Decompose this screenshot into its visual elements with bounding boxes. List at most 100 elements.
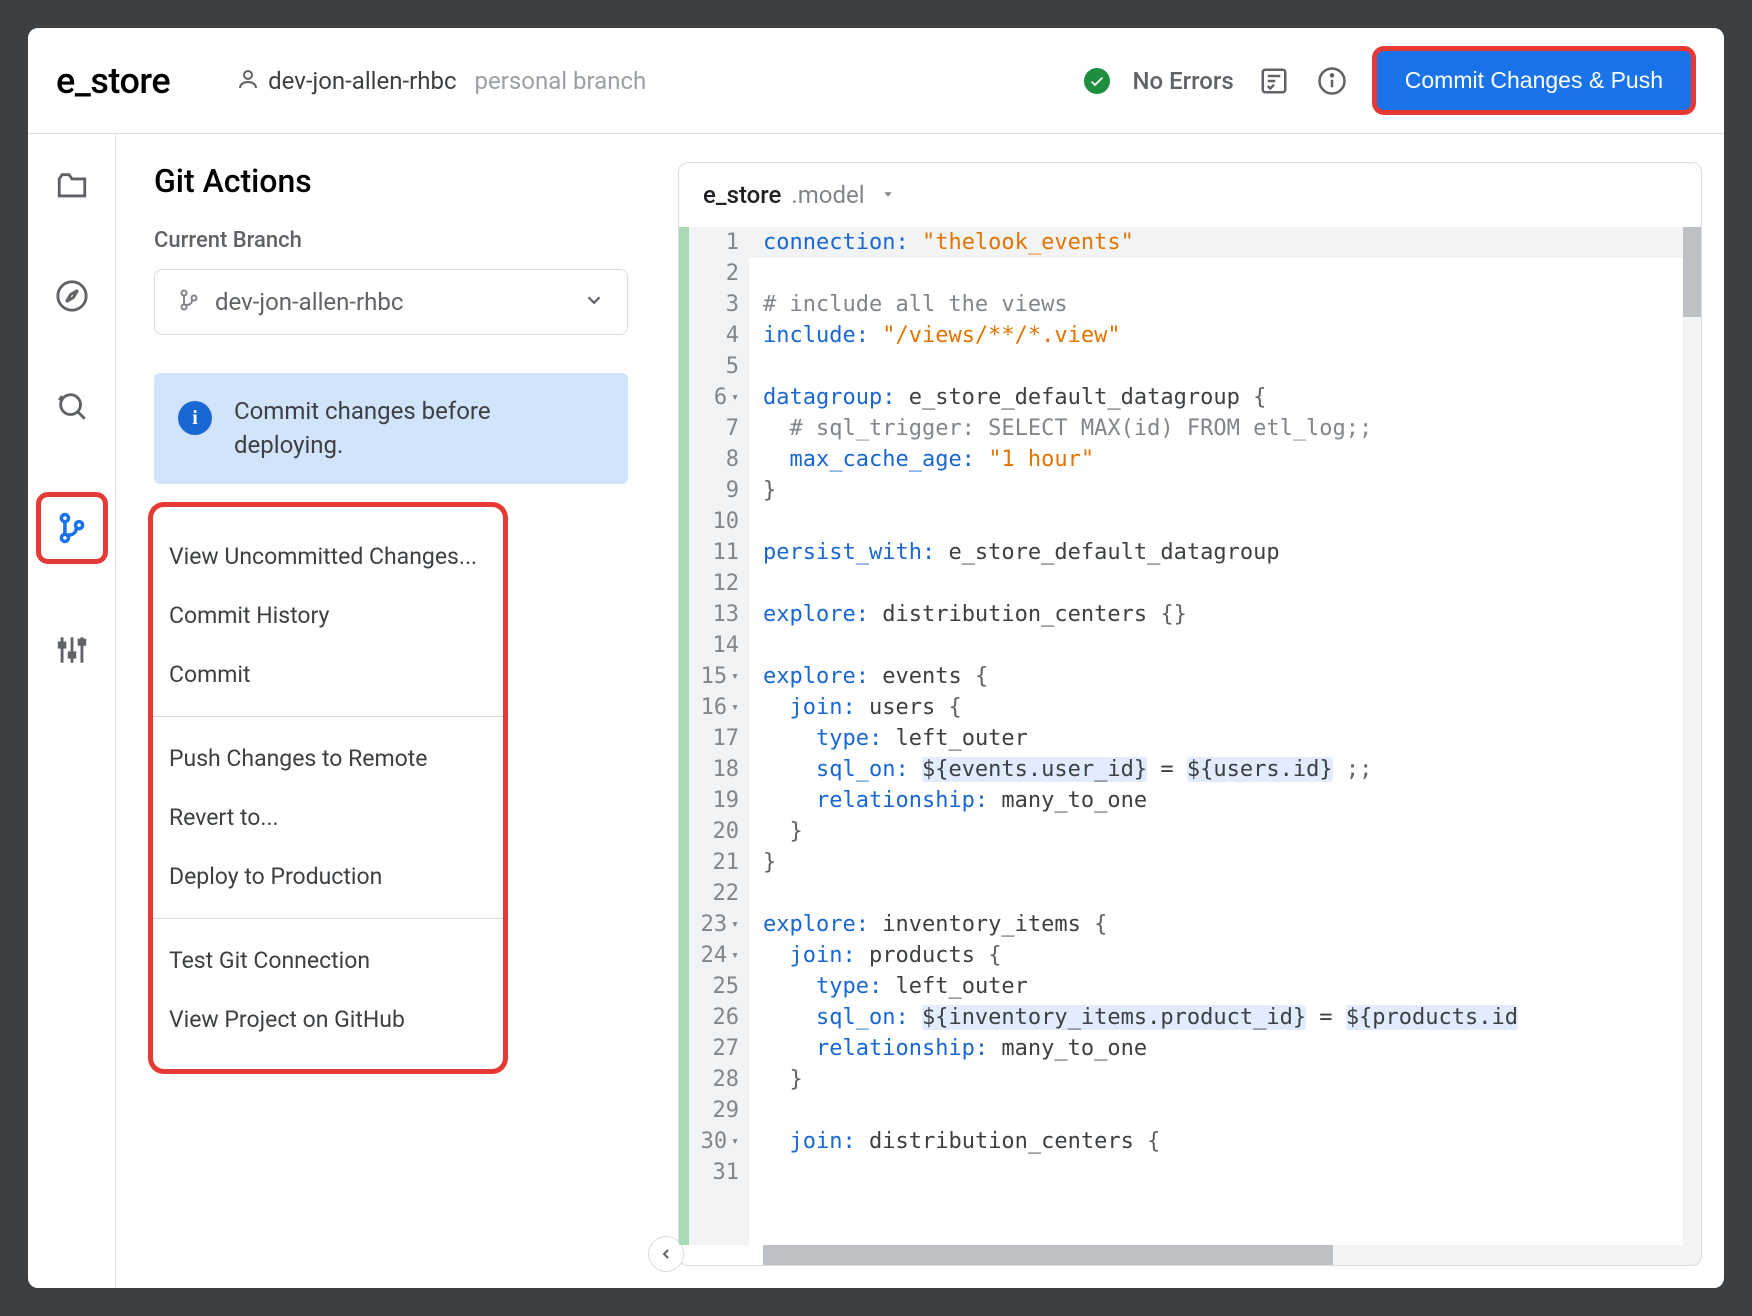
- code-line[interactable]: join: distribution_centers {: [749, 1126, 1683, 1157]
- gutter-line: 20: [697, 816, 739, 847]
- code-line[interactable]: join: products {: [749, 940, 1683, 971]
- fold-caret-icon[interactable]: ▾: [731, 1126, 739, 1157]
- code-line[interactable]: type: left_outer: [749, 971, 1683, 1002]
- code-line[interactable]: sql_on: ${inventory_items.product_id} = …: [749, 1002, 1683, 1033]
- info-icon[interactable]: [1314, 63, 1350, 99]
- fold-caret-icon[interactable]: ▾: [731, 940, 739, 971]
- code-lines[interactable]: connection: "thelook_events" # include a…: [749, 227, 1683, 1245]
- editor-pane: e_store.model 123456▾789101112131415▾16▾…: [666, 134, 1724, 1288]
- code-line[interactable]: [749, 1157, 1683, 1188]
- commit-push-button[interactable]: Commit Changes & Push: [1372, 46, 1696, 115]
- gutter-line: 30▾: [697, 1126, 739, 1157]
- code-line[interactable]: type: left_outer: [749, 723, 1683, 754]
- code-line[interactable]: # include all the views: [749, 289, 1683, 320]
- action-commit-history[interactable]: Commit History: [153, 586, 503, 645]
- action-push-remote[interactable]: Push Changes to Remote: [153, 729, 503, 788]
- branch-user-name: dev-jon-allen-rhbc: [268, 67, 456, 95]
- gutter-line: 5: [697, 351, 739, 382]
- app-window: e_store dev-jon-allen-rhbc personal bran…: [28, 28, 1724, 1288]
- code-line[interactable]: }: [749, 847, 1683, 878]
- code-line[interactable]: # sql_trigger: SELECT MAX(id) FROM etl_l…: [749, 413, 1683, 444]
- gutter-line: 28: [697, 1064, 739, 1095]
- header-right: No Errors Commit Changes & Push: [1084, 46, 1696, 115]
- code-line[interactable]: connection: "thelook_events": [749, 227, 1683, 258]
- code-line[interactable]: relationship: many_to_one: [749, 785, 1683, 816]
- scrollbar-thumb[interactable]: [763, 1245, 1333, 1265]
- code-line[interactable]: datagroup: e_store_default_datagroup {: [749, 382, 1683, 413]
- code-line[interactable]: [749, 1095, 1683, 1126]
- files-icon[interactable]: [48, 162, 96, 210]
- fold-caret-icon[interactable]: ▾: [731, 692, 739, 723]
- action-view-uncommitted[interactable]: View Uncommitted Changes...: [153, 527, 503, 586]
- header: e_store dev-jon-allen-rhbc personal bran…: [28, 28, 1724, 134]
- code-line[interactable]: explore: distribution_centers {}: [749, 599, 1683, 630]
- fold-caret-icon[interactable]: ▾: [731, 909, 739, 940]
- divider: [153, 918, 503, 919]
- gutter-line: 9: [697, 475, 739, 506]
- scrollbar-thumb[interactable]: [1683, 227, 1701, 317]
- gutter-line: 8: [697, 444, 739, 475]
- gutter-line: 2: [697, 258, 739, 289]
- horizontal-scrollbar[interactable]: [763, 1245, 1683, 1265]
- gutter-line: 13: [697, 599, 739, 630]
- code-line[interactable]: [749, 630, 1683, 661]
- code-line[interactable]: sql_on: ${events.user_id} = ${users.id} …: [749, 754, 1683, 785]
- action-view-github[interactable]: View Project on GitHub: [153, 990, 503, 1049]
- search-icon[interactable]: [48, 382, 96, 430]
- code-line[interactable]: explore: inventory_items {: [749, 909, 1683, 940]
- code-line[interactable]: }: [749, 1064, 1683, 1095]
- code-line[interactable]: [749, 351, 1683, 382]
- code-line[interactable]: max_cache_age: "1 hour": [749, 444, 1683, 475]
- code-line[interactable]: }: [749, 475, 1683, 506]
- compass-icon[interactable]: [48, 272, 96, 320]
- chevron-down-icon: [583, 289, 605, 315]
- action-commit[interactable]: Commit: [153, 645, 503, 704]
- action-deploy[interactable]: Deploy to Production: [153, 847, 503, 906]
- validation-list-icon[interactable]: [1256, 63, 1292, 99]
- code-line[interactable]: [749, 258, 1683, 289]
- branch-selected-name: dev-jon-allen-rhbc: [215, 288, 569, 316]
- git-sidebar: Git Actions Current Branch dev-jon-allen…: [116, 134, 666, 1288]
- current-branch-label: Current Branch: [154, 228, 628, 253]
- fold-caret-icon[interactable]: ▾: [731, 661, 739, 692]
- vertical-scrollbar[interactable]: [1683, 227, 1701, 1245]
- gutter-line: 26: [697, 1002, 739, 1033]
- gutter-line: 21: [697, 847, 739, 878]
- code-line[interactable]: persist_with: e_store_default_datagroup: [749, 537, 1683, 568]
- gutter-line: 15▾: [697, 661, 739, 692]
- gutter-line: 12: [697, 568, 739, 599]
- code-line[interactable]: include: "/views/**/*.view": [749, 320, 1683, 351]
- fold-caret-icon[interactable]: ▾: [731, 382, 739, 413]
- info-banner-text: Commit changes before deploying.: [234, 395, 604, 462]
- modified-indicator: [679, 227, 689, 1245]
- branch-info: dev-jon-allen-rhbc personal branch: [236, 67, 646, 95]
- gutter-line: 18: [697, 754, 739, 785]
- status-text: No Errors: [1132, 67, 1233, 95]
- code-line[interactable]: explore: events {: [749, 661, 1683, 692]
- code-line[interactable]: [749, 506, 1683, 537]
- action-revert[interactable]: Revert to...: [153, 788, 503, 847]
- divider: [153, 716, 503, 717]
- action-test-git[interactable]: Test Git Connection: [153, 931, 503, 990]
- code-line[interactable]: [749, 878, 1683, 909]
- code-area[interactable]: 123456▾789101112131415▾16▾17181920212223…: [679, 227, 1701, 1245]
- code-line[interactable]: [749, 568, 1683, 599]
- gutter-line: 27: [697, 1033, 739, 1064]
- git-icon[interactable]: [36, 492, 108, 564]
- branch-type-label: personal branch: [475, 67, 647, 95]
- code-line[interactable]: join: users {: [749, 692, 1683, 723]
- branch-select[interactable]: dev-jon-allen-rhbc: [154, 269, 628, 335]
- body: Git Actions Current Branch dev-jon-allen…: [28, 134, 1724, 1288]
- user-icon: [236, 67, 260, 95]
- settings-icon[interactable]: [48, 626, 96, 674]
- gutter-line: 7: [697, 413, 739, 444]
- editor-tab[interactable]: e_store.model: [679, 163, 1701, 227]
- icon-rail: [28, 134, 116, 1288]
- gutter-line: 24▾: [697, 940, 739, 971]
- hscroll-row: [679, 1245, 1701, 1265]
- git-actions-list: View Uncommitted Changes... Commit Histo…: [148, 502, 508, 1074]
- code-line[interactable]: }: [749, 816, 1683, 847]
- tab-filename: e_store: [703, 181, 781, 209]
- code-line[interactable]: relationship: many_to_one: [749, 1033, 1683, 1064]
- gutter: 123456▾789101112131415▾16▾17181920212223…: [689, 227, 749, 1245]
